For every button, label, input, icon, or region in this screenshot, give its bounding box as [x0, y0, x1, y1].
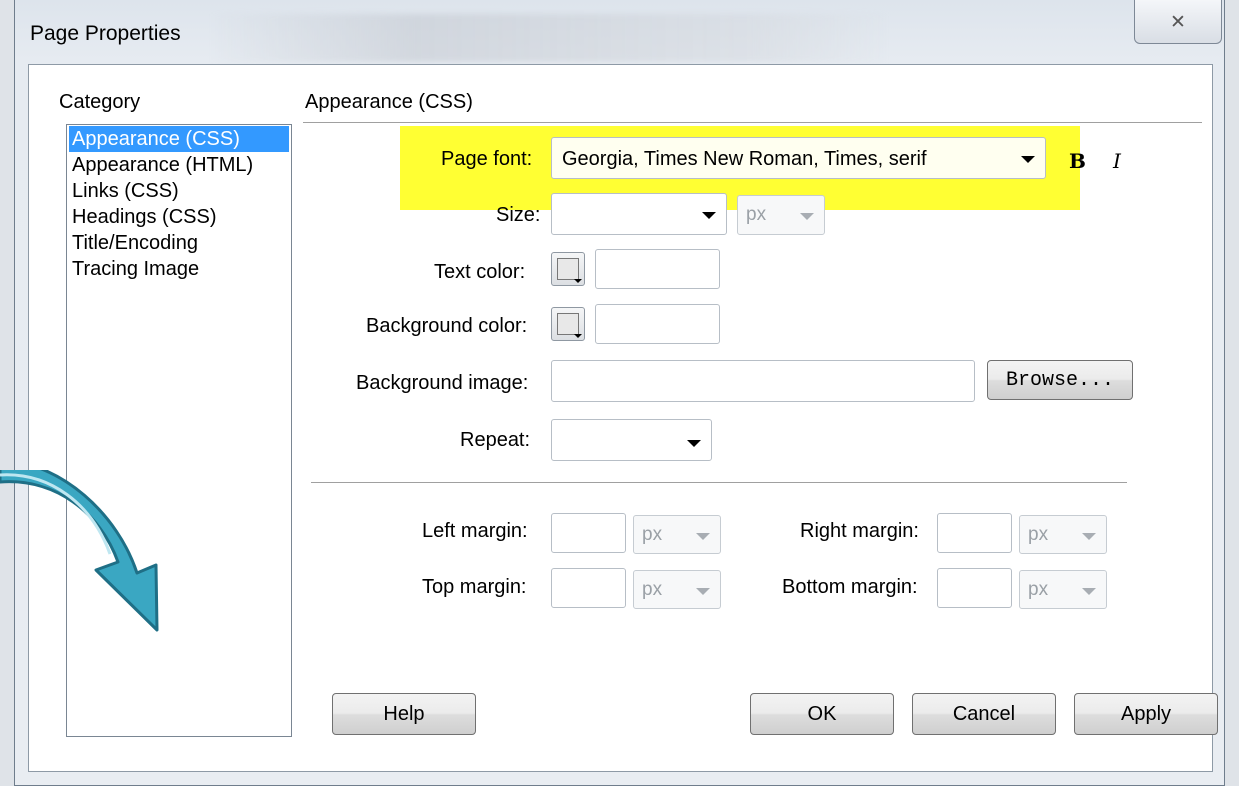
right-margin-unit-select[interactable]: px	[1019, 515, 1107, 554]
category-item-title-encoding[interactable]: Title/Encoding	[67, 230, 291, 256]
top-margin-unit-value: px	[642, 579, 663, 600]
category-item-links-css[interactable]: Links (CSS)	[67, 178, 291, 204]
bottom-margin-input[interactable]	[937, 568, 1012, 608]
right-margin-input[interactable]	[937, 513, 1012, 553]
chevron-down-icon	[687, 440, 701, 447]
chevron-down-icon	[702, 212, 716, 219]
page-font-label: Page font:	[441, 148, 533, 170]
color-swatch	[557, 258, 579, 280]
size-unit-value: px	[746, 204, 767, 225]
background-color-input[interactable]	[595, 304, 720, 344]
background-image-input[interactable]	[551, 360, 975, 402]
bottom-margin-label: Bottom margin:	[782, 576, 918, 598]
browse-button[interactable]: Browse...	[987, 360, 1133, 400]
chevron-down-icon	[696, 533, 710, 540]
page-font-value: Georgia, Times New Roman, Times, serif	[562, 148, 927, 170]
curved-arrow-icon	[0, 458, 175, 670]
category-item-tracing-image[interactable]: Tracing Image	[67, 256, 291, 282]
italic-button[interactable]: I	[1113, 149, 1121, 173]
close-icon: ✕	[1170, 10, 1186, 33]
section-title: Appearance (CSS)	[305, 91, 473, 113]
top-margin-input[interactable]	[551, 568, 626, 608]
background-image-label: Background image:	[356, 372, 529, 394]
chevron-down-icon	[574, 279, 582, 283]
blurred-background-text	[210, 14, 890, 62]
left-margin-unit-select[interactable]: px	[633, 515, 721, 554]
section-divider	[303, 122, 1202, 123]
page-font-select[interactable]: Georgia, Times New Roman, Times, serif	[551, 137, 1046, 179]
size-label: Size:	[496, 204, 541, 226]
text-color-label: Text color:	[434, 261, 526, 283]
color-swatch	[557, 313, 579, 335]
margin-divider	[311, 482, 1127, 483]
category-label: Category	[59, 91, 141, 113]
dialog-body: Category Appearance (CSS) Appearance (HT…	[28, 64, 1218, 772]
background-color-label: Background color:	[366, 315, 528, 337]
text-color-input[interactable]	[595, 249, 720, 289]
chevron-down-icon	[574, 334, 582, 338]
cancel-button[interactable]: Cancel	[912, 693, 1056, 735]
text-color-picker[interactable]	[551, 252, 585, 286]
title-bar: Page Properties ✕	[15, 0, 1224, 64]
left-margin-label: Left margin:	[422, 520, 528, 542]
bottom-margin-unit-value: px	[1028, 579, 1049, 600]
chevron-down-icon	[696, 588, 710, 595]
repeat-label: Repeat:	[460, 429, 531, 451]
size-select[interactable]	[551, 193, 727, 235]
close-button[interactable]: ✕	[1134, 0, 1222, 44]
category-item-appearance-html[interactable]: Appearance (HTML)	[67, 152, 291, 178]
left-margin-input[interactable]	[551, 513, 626, 553]
right-margin-label: Right margin:	[800, 520, 919, 542]
apply-button[interactable]: Apply	[1074, 693, 1218, 735]
top-margin-label: Top margin:	[422, 576, 527, 598]
chevron-down-icon	[1082, 533, 1096, 540]
bottom-margin-unit-select[interactable]: px	[1019, 570, 1107, 609]
size-unit-select[interactable]: px	[737, 195, 825, 235]
category-item-appearance-css[interactable]: Appearance (CSS)	[69, 126, 289, 152]
top-margin-unit-select[interactable]: px	[633, 570, 721, 609]
left-margin-unit-value: px	[642, 524, 663, 545]
help-button[interactable]: Help	[332, 693, 476, 735]
right-margin-unit-value: px	[1028, 524, 1049, 545]
category-item-headings-css[interactable]: Headings (CSS)	[67, 204, 291, 230]
page-properties-dialog: Page Properties ✕ Category Appearance (C…	[14, 0, 1225, 786]
background-color-picker[interactable]	[551, 307, 585, 341]
ok-button[interactable]: OK	[750, 693, 894, 735]
window-title: Page Properties	[30, 22, 181, 45]
bold-button[interactable]: B	[1069, 149, 1086, 173]
repeat-select[interactable]	[551, 419, 712, 461]
chevron-down-icon	[1082, 588, 1096, 595]
chevron-down-icon	[1021, 156, 1035, 163]
chevron-down-icon	[800, 213, 814, 220]
